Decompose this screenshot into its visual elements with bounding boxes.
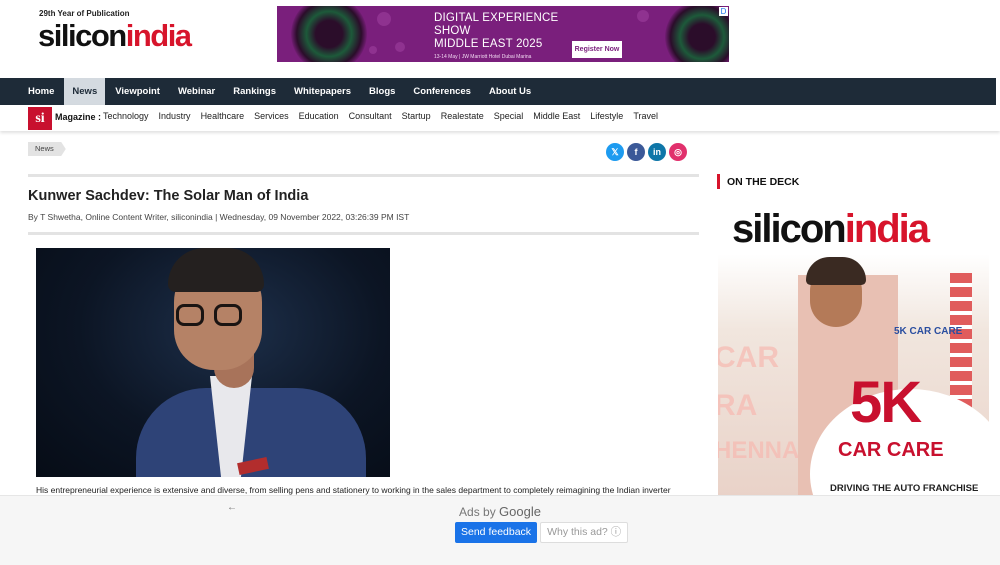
- nav-conferences[interactable]: Conferences: [405, 78, 479, 105]
- magazine-cover[interactable]: siliconindia CAR RA HENNAI 5K CAR CARE 5…: [718, 193, 989, 498]
- ad-decor-dot: [369, 46, 377, 54]
- subnav-middle-east[interactable]: Middle East: [533, 111, 580, 121]
- site-logo[interactable]: 29th Year of Publication siliconindia: [38, 8, 198, 53]
- subnav-education[interactable]: Education: [299, 111, 339, 121]
- subnav-technology[interactable]: Technology: [103, 111, 149, 121]
- cover-logo: siliconindia: [732, 207, 930, 251]
- nav-news[interactable]: News: [64, 78, 106, 105]
- subnav-lifestyle[interactable]: Lifestyle: [590, 111, 623, 121]
- magazine-nav: si Magazine : Technology Industry Health…: [0, 105, 1000, 131]
- ad-details: 13-14 May | JW Marriott Hotel Dubai Mari…: [434, 54, 532, 60]
- ad-choices-icon[interactable]: D: [719, 7, 728, 16]
- nav-rankings[interactable]: Rankings: [225, 78, 284, 105]
- register-now-button[interactable]: Register Now: [572, 41, 622, 58]
- ad-decor-circle: [291, 6, 367, 62]
- x-icon[interactable]: 𝕏: [606, 143, 624, 161]
- subnav-realestate[interactable]: Realestate: [441, 111, 484, 121]
- cover-subhead: CAR CARE: [838, 439, 944, 461]
- article-paragraph: His entrepreneurial experience is extens…: [36, 485, 671, 495]
- breadcrumb[interactable]: News: [28, 142, 66, 156]
- ad-decor-dot: [637, 10, 649, 22]
- on-the-deck-heading: ON THE DECK: [727, 176, 800, 188]
- subnav-services[interactable]: Services: [254, 111, 289, 121]
- cover-tagline: DRIVING THE AUTO FRANCHISE: [830, 483, 979, 494]
- social-share: 𝕏 f in ◎: [606, 143, 690, 161]
- banner-ad[interactable]: DIGITAL EXPERIENCE SHOW MIDDLE EAST 2025…: [277, 6, 729, 62]
- nav-blogs[interactable]: Blogs: [361, 78, 403, 105]
- send-feedback-button[interactable]: Send feedback: [455, 522, 538, 543]
- cover-headline: 5K: [850, 370, 922, 435]
- cover-bg-text: HENNAI: [718, 437, 807, 464]
- logo-wordmark: siliconindia: [38, 18, 192, 53]
- subnav-special[interactable]: Special: [494, 111, 524, 121]
- subnav-startup[interactable]: Startup: [402, 111, 431, 121]
- article-photo: [36, 248, 390, 477]
- cover-brand: 5K CAR CARE: [894, 326, 963, 337]
- nav-about-us[interactable]: About Us: [481, 78, 539, 105]
- cover-bg-text: CAR: [718, 341, 779, 374]
- cover-bg-text: RA: [718, 389, 758, 422]
- subnav-industry[interactable]: Industry: [159, 111, 191, 121]
- divider: [28, 232, 699, 235]
- nav-whitepapers[interactable]: Whitepapers: [286, 78, 359, 105]
- ad-headline: DIGITAL EXPERIENCE SHOW MIDDLE EAST 2025: [434, 12, 559, 50]
- facebook-icon[interactable]: f: [627, 143, 645, 161]
- article-byline: By T Shwetha, Online Content Writer, sil…: [28, 212, 410, 222]
- ad-decor-dot: [395, 42, 405, 52]
- cover-person-hair: [806, 257, 866, 285]
- instagram-icon[interactable]: ◎: [669, 143, 687, 161]
- magazine-label: Magazine :: [55, 112, 102, 122]
- nav-webinar[interactable]: Webinar: [170, 78, 223, 105]
- subnav-healthcare[interactable]: Healthcare: [201, 111, 245, 121]
- divider: [28, 174, 699, 177]
- subnav-travel[interactable]: Travel: [633, 111, 658, 121]
- nav-home[interactable]: Home: [20, 78, 62, 105]
- section-accent: [717, 174, 720, 189]
- ad-decor-dot: [377, 12, 391, 26]
- ads-by-google: Ads by Google: [459, 504, 541, 519]
- si-logo[interactable]: si: [28, 107, 52, 130]
- article-title: Kunwer Sachdev: The Solar Man of India: [28, 188, 309, 204]
- nav-viewpoint[interactable]: Viewpoint: [107, 78, 168, 105]
- logo-tagline: 29th Year of Publication: [39, 9, 130, 18]
- ad-footer: ← Ads by Google Send feedback Why this a…: [0, 495, 1000, 565]
- main-nav: Home News Viewpoint Webinar Rankings Whi…: [0, 78, 998, 105]
- linkedin-icon[interactable]: in: [648, 143, 666, 161]
- nav-edge: [996, 78, 998, 105]
- subnav-consultant[interactable]: Consultant: [349, 111, 392, 121]
- why-this-ad-button[interactable]: Why this ad? ⓘ: [540, 522, 629, 543]
